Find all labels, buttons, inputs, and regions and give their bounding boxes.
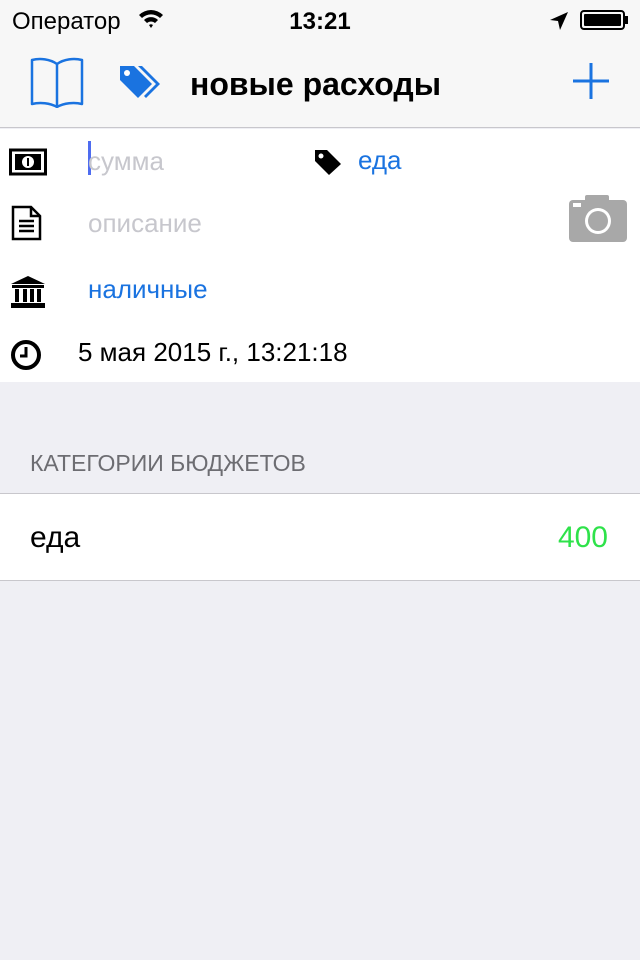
budget-category-value: 400 xyxy=(557,521,608,554)
money-icon xyxy=(9,148,47,176)
category-selector[interactable]: еда xyxy=(358,145,402,176)
page-title: новые расходы xyxy=(190,66,442,102)
navigation-bar: новые расходы xyxy=(0,40,640,128)
camera-icon[interactable] xyxy=(568,193,628,243)
location-arrow-icon xyxy=(550,12,568,30)
tag-icon xyxy=(315,150,341,175)
amount-input[interactable] xyxy=(88,143,288,179)
status-bar: Оператор 13:21 xyxy=(0,0,640,40)
date-time-field[interactable]: 5 мая 2015 г., 13:21:18 xyxy=(78,337,348,368)
budget-section-header: КАТЕГОРИИ БЮДЖЕТОВ xyxy=(30,450,306,476)
status-time: 13:21 xyxy=(289,8,351,35)
list-item[interactable]: еда 400 xyxy=(0,494,640,580)
bank-icon xyxy=(11,276,45,308)
expense-form: еда наличные 5 мая 2015 г., 13:21:18 xyxy=(0,129,640,382)
document-icon xyxy=(11,205,42,241)
budget-list: еда 400 xyxy=(0,493,640,581)
tags-icon xyxy=(120,66,160,98)
book-icon[interactable] xyxy=(30,56,84,108)
description-input[interactable] xyxy=(88,205,488,241)
clock-icon xyxy=(11,340,41,370)
account-selector[interactable]: наличные xyxy=(88,274,208,305)
plus-icon[interactable] xyxy=(570,60,612,102)
budget-category-name: еда xyxy=(30,521,81,554)
battery-icon xyxy=(580,10,628,30)
